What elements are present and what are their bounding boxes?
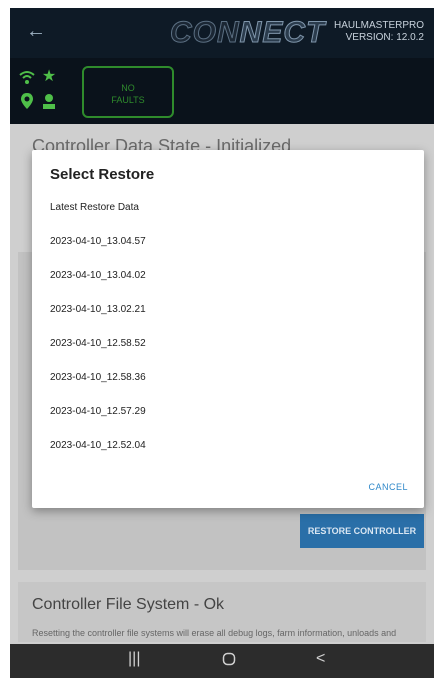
- logo-part2: NECT: [239, 16, 326, 50]
- home-button[interactable]: [222, 650, 236, 671]
- nav-back-button[interactable]: <: [316, 650, 325, 668]
- product-name: HAULMASTERPRO: [333, 20, 424, 31]
- product-info: HAULMASTERPRO VERSION: 12.0.2: [334, 20, 424, 44]
- section-title-file-system: Controller File System - Ok: [32, 596, 225, 613]
- fault-status-badge[interactable]: NO FAULTS: [82, 66, 174, 118]
- system-navbar: ||| <: [10, 644, 434, 678]
- star-icon: ★: [41, 68, 57, 85]
- select-restore-dialog: Select Restore Latest Restore Data 2023-…: [32, 150, 424, 508]
- restore-option[interactable]: 2023-04-10_12.57.29: [50, 406, 146, 417]
- version-label: VERSION: 12.0.2: [345, 32, 424, 43]
- app-header: ← CONNECT HAULMASTERPRO VERSION: 12.0.2: [10, 8, 434, 58]
- status-strip: ★ NO FAULTS: [10, 58, 434, 124]
- restore-controller-button[interactable]: RESTORE CONTROLLER: [300, 514, 424, 548]
- fault-line1: NO: [121, 83, 135, 93]
- restore-option[interactable]: 2023-04-10_12.58.52: [50, 338, 146, 349]
- restore-option[interactable]: 2023-04-10_12.58.36: [50, 372, 146, 383]
- wifi-icon: [18, 68, 36, 86]
- connect-logo: CONNECT: [170, 16, 325, 50]
- logo-part1: CON: [170, 16, 240, 50]
- section-description: Resetting the controller file systems wi…: [32, 628, 397, 638]
- restore-option[interactable]: 2023-04-10_13.04.57: [50, 236, 146, 247]
- person-icon: [40, 92, 58, 110]
- cancel-button[interactable]: CANCEL: [368, 482, 408, 492]
- fault-line2: FAULTS: [111, 95, 145, 105]
- status-icons: ★: [18, 68, 68, 114]
- recents-button[interactable]: |||: [128, 650, 140, 668]
- restore-option[interactable]: 2023-04-10_13.02.21: [50, 304, 146, 315]
- back-arrow-icon[interactable]: ←: [26, 20, 46, 43]
- restore-option[interactable]: 2023-04-10_12.52.04: [50, 440, 146, 451]
- device-frame: ← CONNECT HAULMASTERPRO VERSION: 12.0.2 …: [0, 0, 438, 681]
- restore-option[interactable]: 2023-04-10_13.04.02: [50, 270, 146, 281]
- location-pin-icon: [18, 92, 36, 110]
- restore-option[interactable]: Latest Restore Data: [50, 202, 139, 213]
- dialog-title: Select Restore: [50, 166, 155, 183]
